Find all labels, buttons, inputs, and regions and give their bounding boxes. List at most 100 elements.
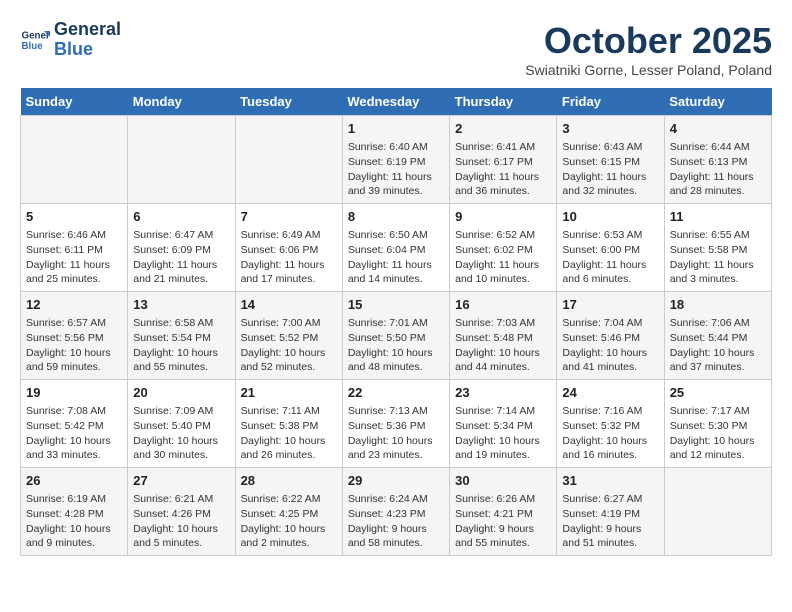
calendar-cell [128,116,235,204]
day-number: 6 [133,208,229,226]
day-number: 19 [26,384,122,402]
cell-content: Sunrise: 6:46 AM Sunset: 6:11 PM Dayligh… [26,228,122,287]
calendar-cell: 1 Sunrise: 6:40 AM Sunset: 6:19 PM Daylig… [342,116,449,204]
calendar-cell: 10 Sunrise: 6:53 AM Sunset: 6:00 PM Dayli… [557,204,664,292]
logo-icon: General Blue [20,25,50,55]
calendar-cell: 25Sunrise: 7:17 AM Sunset: 5:30 PM Dayli… [664,380,771,468]
calendar-cell: 14 Sunrise: 7:00 AM Sunset: 5:52 PM Dayli… [235,292,342,380]
day-number: 8 [348,208,444,226]
weekday-header-thursday: Thursday [450,88,557,116]
cell-content: Sunrise: 6:43 AM Sunset: 6:15 PM Dayligh… [562,140,658,199]
cell-content: Sunrise: 6:55 AM Sunset: 5:58 PM Dayligh… [670,228,766,287]
day-number: 31 [562,472,658,490]
cell-content: Sunrise: 6:26 AM Sunset: 4:21 PM Dayligh… [455,492,551,551]
day-number: 7 [241,208,337,226]
calendar-cell: 30 Sunrise: 6:26 AM Sunset: 4:21 PM Dayli… [450,468,557,556]
calendar-cell: 31 Sunrise: 6:27 AM Sunset: 4:19 PM Dayli… [557,468,664,556]
day-number: 3 [562,120,658,138]
calendar-cell: 5 Sunrise: 6:46 AM Sunset: 6:11 PM Daylig… [21,204,128,292]
cell-content: Sunrise: 6:44 AM Sunset: 6:13 PM Dayligh… [670,140,766,199]
day-number: 10 [562,208,658,226]
calendar-cell: 16 Sunrise: 7:03 AM Sunset: 5:48 PM Dayli… [450,292,557,380]
cell-content: Sunrise: 7:08 AM Sunset: 5:42 PM Dayligh… [26,404,122,463]
cell-content: Sunrise: 6:53 AM Sunset: 6:00 PM Dayligh… [562,228,658,287]
week-row-5: 26 Sunrise: 6:19 AM Sunset: 4:28 PM Dayli… [21,468,772,556]
calendar-cell: 12Sunrise: 6:57 AM Sunset: 5:56 PM Dayli… [21,292,128,380]
cell-content: Sunrise: 7:03 AM Sunset: 5:48 PM Dayligh… [455,316,551,375]
cell-content: Sunrise: 6:19 AM Sunset: 4:28 PM Dayligh… [26,492,122,551]
day-number: 30 [455,472,551,490]
cell-content: Sunrise: 7:01 AM Sunset: 5:50 PM Dayligh… [348,316,444,375]
day-number: 20 [133,384,229,402]
cell-content: Sunrise: 6:27 AM Sunset: 4:19 PM Dayligh… [562,492,658,551]
weekday-header-sunday: Sunday [21,88,128,116]
logo-text: General Blue [54,20,121,60]
day-number: 16 [455,296,551,314]
calendar-cell: 3 Sunrise: 6:43 AM Sunset: 6:15 PM Daylig… [557,116,664,204]
day-number: 21 [241,384,337,402]
calendar-cell: 18 Sunrise: 7:06 AM Sunset: 5:44 PM Dayli… [664,292,771,380]
weekday-header-tuesday: Tuesday [235,88,342,116]
week-row-3: 12Sunrise: 6:57 AM Sunset: 5:56 PM Dayli… [21,292,772,380]
calendar-cell: 4 Sunrise: 6:44 AM Sunset: 6:13 PM Daylig… [664,116,771,204]
calendar-cell: 19 Sunrise: 7:08 AM Sunset: 5:42 PM Dayli… [21,380,128,468]
day-number: 13 [133,296,229,314]
calendar-cell: 9 Sunrise: 6:52 AM Sunset: 6:02 PM Daylig… [450,204,557,292]
calendar-cell: 27 Sunrise: 6:21 AM Sunset: 4:26 PM Dayli… [128,468,235,556]
svg-text:Blue: Blue [22,41,44,52]
cell-content: Sunrise: 6:58 AM Sunset: 5:54 PM Dayligh… [133,316,229,375]
weekday-header-monday: Monday [128,88,235,116]
day-number: 9 [455,208,551,226]
cell-content: Sunrise: 7:04 AM Sunset: 5:46 PM Dayligh… [562,316,658,375]
cell-content: Sunrise: 6:52 AM Sunset: 6:02 PM Dayligh… [455,228,551,287]
calendar-cell: 22 Sunrise: 7:13 AM Sunset: 5:36 PM Dayli… [342,380,449,468]
cell-content: Sunrise: 6:21 AM Sunset: 4:26 PM Dayligh… [133,492,229,551]
calendar-cell: 15 Sunrise: 7:01 AM Sunset: 5:50 PM Dayli… [342,292,449,380]
calendar-cell [664,468,771,556]
day-number: 1 [348,120,444,138]
cell-content: Sunrise: 7:06 AM Sunset: 5:44 PM Dayligh… [670,316,766,375]
cell-content: Sunrise: 7:16 AM Sunset: 5:32 PM Dayligh… [562,404,658,463]
cell-content: Sunrise: 7:09 AM Sunset: 5:40 PM Dayligh… [133,404,229,463]
month-title: October 2025 [525,20,772,62]
cell-content: Sunrise: 6:57 AM Sunset: 5:56 PM Dayligh… [26,316,122,375]
calendar-cell: 21 Sunrise: 7:11 AM Sunset: 5:38 PM Dayli… [235,380,342,468]
week-row-1: 1 Sunrise: 6:40 AM Sunset: 6:19 PM Daylig… [21,116,772,204]
day-number: 29 [348,472,444,490]
day-number: 4 [670,120,766,138]
day-number: 2 [455,120,551,138]
calendar-cell: 7 Sunrise: 6:49 AM Sunset: 6:06 PM Daylig… [235,204,342,292]
cell-content: Sunrise: 7:13 AM Sunset: 5:36 PM Dayligh… [348,404,444,463]
cell-content: Sunrise: 6:49 AM Sunset: 6:06 PM Dayligh… [241,228,337,287]
cell-content: Sunrise: 7:11 AM Sunset: 5:38 PM Dayligh… [241,404,337,463]
day-number: 18 [670,296,766,314]
day-number: 22 [348,384,444,402]
cell-content: Sunrise: 6:40 AM Sunset: 6:19 PM Dayligh… [348,140,444,199]
weekday-header-saturday: Saturday [664,88,771,116]
location: Swiatniki Gorne, Lesser Poland, Poland [525,62,772,78]
logo: General Blue General Blue [20,20,121,60]
day-number: 24 [562,384,658,402]
calendar-cell: 8 Sunrise: 6:50 AM Sunset: 6:04 PM Daylig… [342,204,449,292]
day-number: 5 [26,208,122,226]
day-number: 27 [133,472,229,490]
title-section: October 2025 Swiatniki Gorne, Lesser Pol… [525,20,772,78]
weekday-header-row: SundayMondayTuesdayWednesdayThursdayFrid… [21,88,772,116]
cell-content: Sunrise: 7:00 AM Sunset: 5:52 PM Dayligh… [241,316,337,375]
header: General Blue General Blue October 2025 S… [20,20,772,78]
cell-content: Sunrise: 7:14 AM Sunset: 5:34 PM Dayligh… [455,404,551,463]
day-number: 26 [26,472,122,490]
calendar-cell: 29Sunrise: 6:24 AM Sunset: 4:23 PM Dayli… [342,468,449,556]
day-number: 14 [241,296,337,314]
day-number: 17 [562,296,658,314]
calendar-cell: 23Sunrise: 7:14 AM Sunset: 5:34 PM Dayli… [450,380,557,468]
week-row-2: 5 Sunrise: 6:46 AM Sunset: 6:11 PM Daylig… [21,204,772,292]
weekday-header-wednesday: Wednesday [342,88,449,116]
cell-content: Sunrise: 6:47 AM Sunset: 6:09 PM Dayligh… [133,228,229,287]
day-number: 15 [348,296,444,314]
cell-content: Sunrise: 6:41 AM Sunset: 6:17 PM Dayligh… [455,140,551,199]
day-number: 25 [670,384,766,402]
cell-content: Sunrise: 6:50 AM Sunset: 6:04 PM Dayligh… [348,228,444,287]
cell-content: Sunrise: 6:22 AM Sunset: 4:25 PM Dayligh… [241,492,337,551]
calendar-cell [21,116,128,204]
